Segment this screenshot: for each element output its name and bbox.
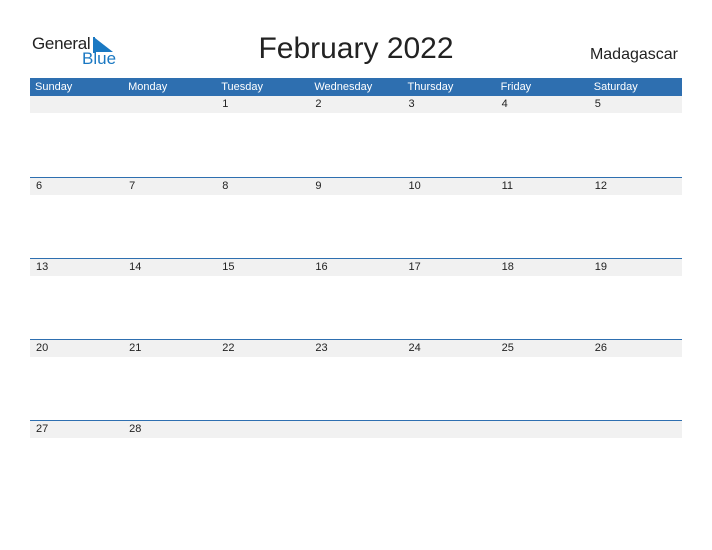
day-cell: 12 [594,180,607,192]
week-row: 27 28 [30,421,682,438]
week-row: 1 2 3 4 5 [30,96,682,113]
day-cell: 4 [501,98,508,110]
day-cell: 23 [315,342,328,354]
date-bar: 6 7 8 9 10 11 12 [30,178,682,195]
day-cell: 20 [36,342,49,354]
day-cell: 3 [408,98,415,110]
week-row: 20 21 22 23 24 25 26 [30,340,682,357]
week-row: 6 7 8 9 10 11 12 [30,178,682,195]
weekday-tuesday: Tuesday [221,81,264,93]
weekday-header: Sunday Monday Tuesday Wednesday Thursday… [30,78,682,96]
day-cell: 28 [129,423,142,435]
day-cell [309,421,402,438]
weekday-wednesday: Wednesday [314,81,373,93]
date-bar: 20 21 22 23 24 25 26 [30,340,682,357]
day-cell: 15 [222,261,235,273]
day-cell [403,421,496,438]
day-cell: 1 [222,98,229,110]
day-cell: 18 [501,261,514,273]
weekday-sunday: Sunday [35,81,73,93]
day-cell: 19 [594,261,607,273]
day-cell: 24 [408,342,421,354]
day-cell: 22 [222,342,235,354]
day-cell: 6 [36,180,43,192]
day-cell: 26 [594,342,607,354]
day-cell [589,421,682,438]
day-cell: 8 [222,180,229,192]
week-row: 13 14 15 16 17 18 19 [30,259,682,276]
day-cell [123,96,216,113]
day-cell: 13 [36,261,49,273]
day-cell: 25 [501,342,514,354]
day-cell: 10 [408,180,421,192]
day-cell: 14 [129,261,142,273]
day-cell: 11 [501,180,514,192]
day-cell: 17 [408,261,421,273]
day-cell: 21 [129,342,142,354]
day-cell: 2 [315,98,322,110]
date-bar: 27 28 [30,421,682,438]
day-cell: 5 [594,98,601,110]
weekday-thursday: Thursday [407,81,454,93]
day-cell [30,96,123,113]
day-cell: 27 [36,423,49,435]
day-cell [496,421,589,438]
weekday-friday: Friday [500,81,532,93]
weekday-saturday: Saturday [593,81,638,93]
day-cell: 16 [315,261,328,273]
weekday-monday: Monday [128,81,168,93]
day-cell [216,421,309,438]
day-cell: 7 [129,180,136,192]
date-bar: 1 2 3 4 5 [30,96,682,113]
day-cell: 9 [315,180,322,192]
date-bar: 13 14 15 16 17 18 19 [30,259,682,276]
country-label: Madagascar [589,46,678,63]
